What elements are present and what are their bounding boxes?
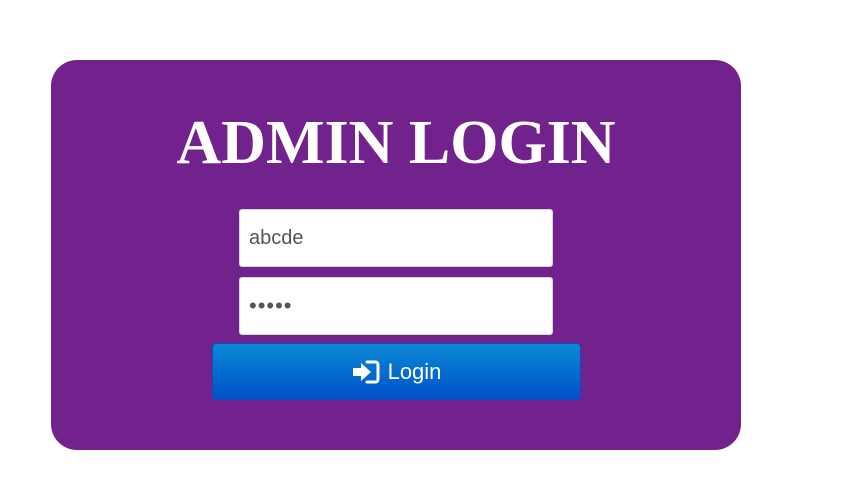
- login-button-label: Login: [387, 358, 442, 384]
- sign-in-icon: [352, 359, 380, 385]
- password-input[interactable]: [239, 277, 553, 335]
- username-input[interactable]: [239, 209, 553, 267]
- login-button[interactable]: Login: [212, 343, 581, 400]
- page-title: ADMIN LOGIN: [176, 109, 616, 177]
